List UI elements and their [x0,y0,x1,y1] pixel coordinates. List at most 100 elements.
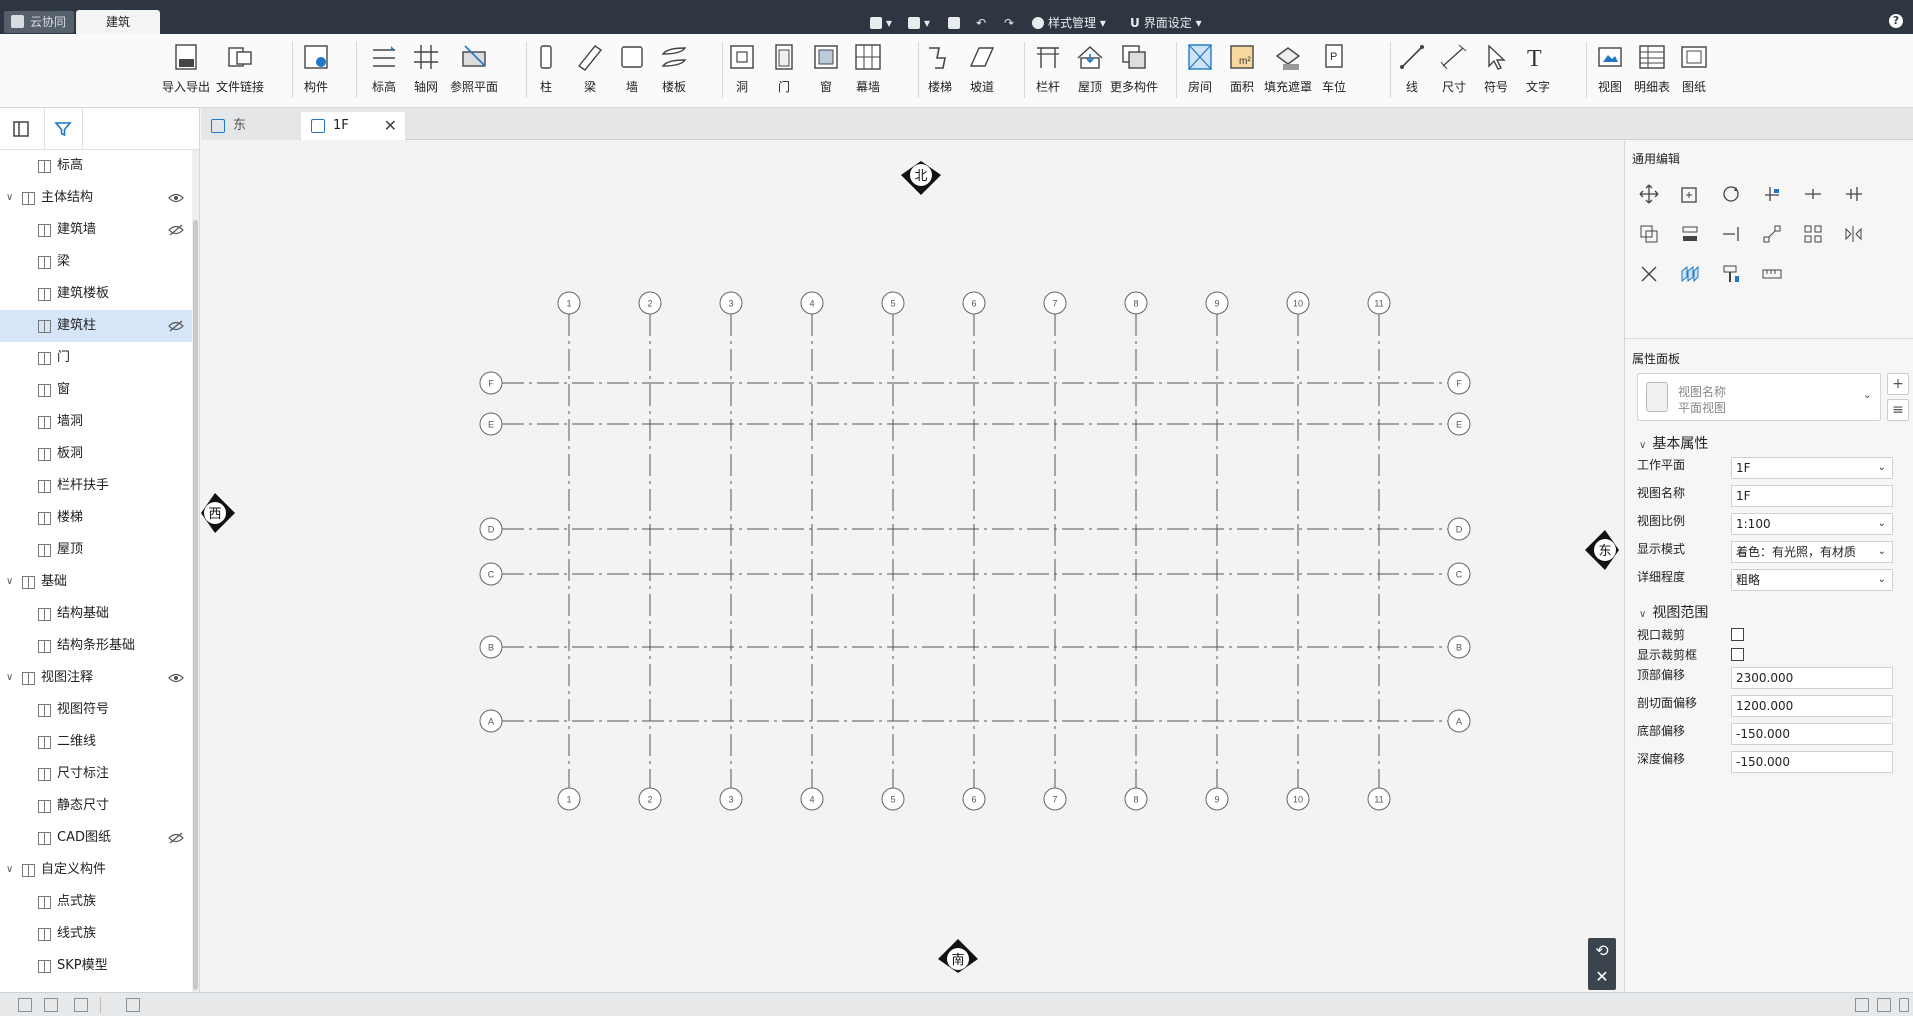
tab-cloud-collab[interactable]: 云协同 [4,11,75,33]
tab-east-view[interactable]: 东 [201,112,299,140]
ui-settings-button[interactable]: U 界面设定 ▾ [1130,13,1202,33]
ribbon-button-sheet[interactable]: 图纸 [1672,42,1716,95]
mirror-icon[interactable] [1843,223,1865,245]
tree-item[interactable]: 静态尺寸 [0,790,192,822]
ribbon-button-parking[interactable]: P 车位 [1312,42,1356,95]
tree-item[interactable]: 板洞 [0,438,192,470]
monitor-icon[interactable] [1855,998,1869,1012]
save-menu-button[interactable]: ▾ [908,13,930,33]
reset-view-icon[interactable]: ⟲ [1588,938,1616,964]
move-icon[interactable] [1638,183,1660,205]
settings-icon[interactable] [1899,998,1909,1012]
tree-item[interactable]: 点式族 [0,886,192,918]
help-icon[interactable]: ? [1889,14,1903,28]
tree-item[interactable]: 屋顶 [0,534,192,566]
copy-icon[interactable] [1679,183,1701,205]
property-input[interactable]: -150.000 [1731,723,1893,745]
view-type-selector[interactable]: 视图名称 平面视图 ⌄ [1637,373,1881,421]
tree-item[interactable]: 视图符号 [0,694,192,726]
ribbon-button-cad-import[interactable]: 导入导出 [162,42,210,95]
tree-item[interactable]: 建筑柱 [0,310,192,342]
split-icon[interactable] [1802,183,1824,205]
tree-item[interactable]: 墙洞 [0,406,192,438]
align-icon[interactable] [1843,183,1865,205]
delete-icon[interactable] [1638,263,1660,285]
property-input[interactable]: 1200.000 [1731,695,1893,717]
measure-icon[interactable] [1761,263,1783,285]
tree-item[interactable]: 结构条形基础 [0,630,192,662]
tree-item[interactable]: 二维线 [0,726,192,758]
tree-item[interactable]: 标高 [0,150,192,182]
tree-item[interactable]: 门 [0,342,192,374]
tree-item[interactable]: 栏杆扶手 [0,470,192,502]
view-range-header[interactable]: ∨ 视图范围 [1639,602,1708,622]
extend-icon[interactable] [1679,223,1701,245]
tree-item[interactable]: 梁 [0,246,192,278]
eye-off-icon[interactable] [168,320,184,332]
array-icon[interactable] [1761,223,1783,245]
tree-item[interactable]: 楼梯 [0,502,192,534]
tree-scrollbar[interactable] [192,150,199,992]
tile-layout-icon[interactable] [44,998,58,1012]
tab-1f-view[interactable]: 1F ✕ [301,112,405,140]
ribbon-button-slab[interactable]: 楼板 [652,42,696,95]
property-select[interactable]: 粗略 ⌄ [1731,569,1893,591]
table-icon[interactable] [126,998,140,1012]
panel-toggle-icon[interactable] [9,117,33,141]
group-icon[interactable] [1802,223,1824,245]
property-input[interactable]: 1F [1731,485,1893,507]
tree-item[interactable]: 窗 [0,374,192,406]
tree-group[interactable]: ∨ 基础 [0,566,192,598]
scrollbar-thumb[interactable] [193,220,198,990]
property-select[interactable]: 1F ⌄ [1731,457,1893,479]
eye-off-icon[interactable] [168,832,184,844]
basic-props-header[interactable]: ∨ 基本属性 [1639,433,1708,453]
tree-item[interactable]: 建筑楼板 [0,278,192,310]
tree-group[interactable]: ∨ 自定义构件 [0,854,192,886]
eye-off-icon[interactable] [168,224,184,236]
drawing-canvas[interactable]: 1 1 2 2 3 3 4 4 5 5 6 6 7 7 8 8 9 9 10 10 11 11 F F E E D D C C B B A A 北南… [201,141,1623,992]
filter-icon[interactable] [51,117,75,141]
chevron-down-icon[interactable]: ∨ [6,854,13,886]
tree-item[interactable]: 尺寸标注 [0,758,192,790]
property-checkbox[interactable] [1731,628,1744,641]
chevron-down-icon[interactable]: ∨ [6,662,13,694]
close-icon[interactable]: ✕ [384,112,397,140]
ribbon-button-grid[interactable]: 轴网 [404,42,448,95]
property-input[interactable]: 2300.000 [1731,667,1893,689]
rotate-icon[interactable] [1720,183,1742,205]
chevron-down-icon[interactable]: ∨ [6,566,13,598]
edit-type-icon[interactable]: ≡ [1887,399,1909,421]
ribbon-button-curtain-wall[interactable]: 幕墙 [846,42,890,95]
ribbon-button-file-link[interactable]: 文件链接 [216,42,264,95]
page-icon[interactable] [1877,998,1891,1012]
eye-icon[interactable] [168,192,184,204]
ribbon-button-reference-plane[interactable]: 参照平面 [450,42,498,95]
ribbon-button-ramp[interactable]: 坡道 [960,42,1004,95]
tree-item[interactable]: 结构基础 [0,598,192,630]
save-button[interactable] [948,13,964,33]
style-manage-button[interactable]: 样式管理 ▾ [1032,13,1106,33]
chevron-down-icon[interactable]: ∨ [6,182,13,214]
ribbon-button-component[interactable]: 构件 [294,42,338,95]
tree-group[interactable]: ∨ 主体结构 [0,182,192,214]
ribbon-button-text[interactable]: T 文字 [1516,42,1560,95]
tree-item[interactable]: CAD图纸 [0,822,192,854]
tree-item[interactable]: 线式族 [0,918,192,950]
offset-icon[interactable] [1638,223,1660,245]
join-icon[interactable] [1720,223,1742,245]
property-input[interactable]: -150.000 [1731,751,1893,773]
tree-group[interactable]: ∨ 视图注释 [0,662,192,694]
multi-view-icon[interactable] [74,998,88,1012]
property-select[interactable]: 着色：有光照，有材质 ⌄ [1731,541,1893,563]
add-icon[interactable]: + [1887,373,1909,395]
floor-plan-drawing[interactable]: 11223344556677889910101111F FE ED DC CB BA A北南… [201,141,1623,992]
tree-item[interactable]: 建筑墙 [0,214,192,246]
paint-icon[interactable] [1720,263,1742,285]
ribbon-button-more-components[interactable]: 更多构件 [1110,42,1158,95]
trim-icon[interactable] [1761,183,1783,205]
property-checkbox[interactable] [1731,648,1744,661]
grid-layout-icon[interactable] [18,998,32,1012]
close-icon[interactable]: ✕ [1588,964,1616,990]
stack-icon[interactable] [1679,263,1701,285]
